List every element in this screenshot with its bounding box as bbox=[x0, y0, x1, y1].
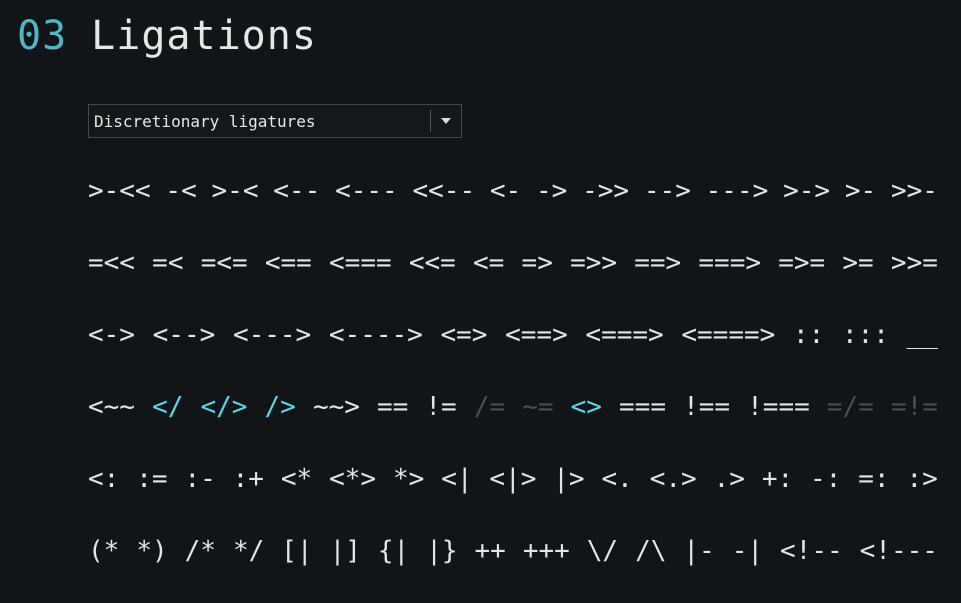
ligature-glyph: <: bbox=[88, 464, 120, 494]
ligature-glyph: ::: bbox=[841, 320, 889, 350]
ligature-glyph: <----> bbox=[328, 320, 423, 350]
ligature-glyph: \/ bbox=[586, 536, 619, 566]
ligature-glyph: :> bbox=[906, 464, 938, 494]
ligature-glyph: /= bbox=[473, 392, 506, 422]
ligature-glyph: [| bbox=[281, 536, 313, 566]
ligature-glyph: ->> bbox=[582, 176, 630, 206]
ligature-glyph: <-> bbox=[88, 320, 135, 350]
ligature-row-4: <~~ </ </> /> ~~> == != /= ~= <> === !== !=== =/= =!= bbox=[88, 387, 938, 427]
ligature-glyph: >= bbox=[842, 248, 874, 278]
ligature-glyph: *) bbox=[136, 536, 168, 566]
ligature-glyph: <. bbox=[601, 464, 633, 494]
ligature-glyph: >>- bbox=[890, 176, 938, 206]
ligature-glyph: <-- bbox=[273, 176, 321, 206]
ligature-glyph: !== bbox=[683, 392, 731, 422]
ligature-glyph: <|> bbox=[489, 464, 537, 494]
ligature-row-5: <: := :- :+ <* <*> *> <| <|> |> <. <.> .> +: -: =: :> bbox=[88, 459, 938, 499]
ligature-glyph: <== bbox=[264, 248, 312, 278]
ligature-glyph: __ bbox=[906, 320, 938, 350]
ligature-glyph: <!-- bbox=[780, 536, 843, 566]
ligature-glyph: -> bbox=[536, 176, 568, 206]
ligature-glyph: <--> bbox=[152, 320, 216, 350]
ligature-glyph: <<-- bbox=[412, 176, 476, 206]
ligature-glyph: ---> bbox=[705, 176, 769, 206]
ligature-glyph: === bbox=[619, 392, 666, 422]
ligature-glyph: <.> bbox=[649, 464, 697, 494]
ligature-glyph: <==> bbox=[505, 320, 568, 350]
ligature-glyph: >>= bbox=[890, 248, 938, 278]
ligature-glyph: +++ bbox=[522, 536, 570, 566]
ligature-glyph: <===> bbox=[585, 320, 664, 350]
ligature-glyph: <| bbox=[441, 464, 473, 494]
ligature-glyph: <---> bbox=[232, 320, 312, 350]
ligature-glyph: </ bbox=[152, 392, 184, 422]
ligature-glyph: =!= bbox=[890, 392, 938, 422]
ligature-glyph: :+ bbox=[232, 464, 264, 494]
ligature-glyph: /> bbox=[264, 392, 296, 422]
ligature-glyph: {| bbox=[377, 536, 410, 566]
ligature-glyph: >-< bbox=[211, 176, 259, 206]
ligature-row-3: <-> <--> <---> <----> <=> <==> <===> <====>::::… bbox=[88, 315, 938, 355]
ligature-glyph: .> bbox=[713, 464, 745, 494]
ligature-glyph: ~= bbox=[522, 392, 554, 422]
ligature-glyph: /* bbox=[184, 536, 216, 566]
ligature-glyph: >-> bbox=[783, 176, 831, 206]
ligature-glyph: *> bbox=[392, 464, 425, 494]
ligature-set-dropdown[interactable]: Discretionary ligatures bbox=[88, 104, 462, 138]
ligature-glyph: |} bbox=[426, 536, 458, 566]
ligature-glyph: >- bbox=[844, 176, 877, 206]
ligature-glyph: <- bbox=[489, 176, 522, 206]
ligature-glyph: =>= bbox=[778, 248, 826, 278]
ligature-glyph: ===> bbox=[698, 248, 762, 278]
ligature-glyph: ==> bbox=[634, 248, 682, 278]
section-heading: 03 Ligations bbox=[17, 12, 317, 60]
ligature-glyph: =: bbox=[858, 464, 890, 494]
ligature-row-2: =<< =< =<= <== <=== <<= <= => =>> ==> ===> =>= >= >>= bbox=[88, 243, 938, 283]
ligature-glyph: == bbox=[377, 392, 409, 422]
caret-down-icon[interactable] bbox=[431, 118, 461, 124]
ligature-glyph: :- bbox=[184, 464, 216, 494]
ligature-glyph: +: bbox=[761, 464, 794, 494]
ligature-glyph: => bbox=[521, 248, 553, 278]
ligature-glyph: /\ bbox=[635, 536, 667, 566]
ligature-glyph: <~~ bbox=[88, 392, 135, 422]
ligature-glyph: -| bbox=[731, 536, 764, 566]
ligature-glyph: >-<< bbox=[88, 176, 151, 206]
ligature-glyph: <!--- bbox=[859, 536, 938, 566]
ligature-glyph: <--- bbox=[335, 176, 398, 206]
ligature-glyph: */ bbox=[232, 536, 265, 566]
dropdown-selected-value: Discretionary ligatures bbox=[94, 111, 316, 131]
ligature-row-1: >-<< -< >-< <-- <--- <<-- <- -> ->> --> ---> >-> >- >… bbox=[88, 171, 938, 211]
ligature-glyph: != bbox=[425, 392, 457, 422]
ligature-glyph: <<= bbox=[408, 248, 456, 278]
ligature-glyph: <= bbox=[473, 248, 505, 278]
ligature-glyph: =<< bbox=[88, 248, 135, 278]
ligature-glyph: -: bbox=[810, 464, 842, 494]
ligature-glyph: =<= bbox=[200, 248, 248, 278]
ligature-glyph: (* bbox=[88, 536, 120, 566]
ligature-glyph: </> bbox=[200, 392, 248, 422]
ligature-glyph: := bbox=[136, 464, 168, 494]
ligature-glyph: <> bbox=[570, 392, 602, 422]
ligature-glyph: <* bbox=[280, 464, 313, 494]
ligature-row-6: (* *)/* */[| |] {| |} ++ +++ \//\ |- -| <!-- <!--- bbox=[88, 531, 938, 571]
ligature-glyph: --> bbox=[643, 176, 691, 206]
ligature-glyph: =>> bbox=[570, 248, 618, 278]
section-number: 03 bbox=[17, 13, 68, 59]
section-title: Ligations bbox=[91, 13, 317, 59]
ligature-glyph: |- bbox=[683, 536, 715, 566]
ligature-glyph: =< bbox=[152, 248, 184, 278]
ligature-glyph: <====> bbox=[681, 320, 776, 350]
ligature-glyph: ~~> bbox=[312, 392, 360, 422]
ligature-glyph: -< bbox=[165, 176, 197, 206]
ligature-glyph: |> bbox=[553, 464, 585, 494]
ligature-glyph: ++ bbox=[474, 536, 506, 566]
ligature-glyph: !=== bbox=[747, 392, 810, 422]
ligature-glyph: =/= bbox=[826, 392, 874, 422]
ligature-glyph: |] bbox=[329, 536, 361, 566]
ligature-glyph: <*> bbox=[329, 464, 377, 494]
ligature-glyph: <=> bbox=[440, 320, 488, 350]
ligature-glyph: :: bbox=[792, 320, 825, 350]
ligature-glyph: <=== bbox=[329, 248, 392, 278]
